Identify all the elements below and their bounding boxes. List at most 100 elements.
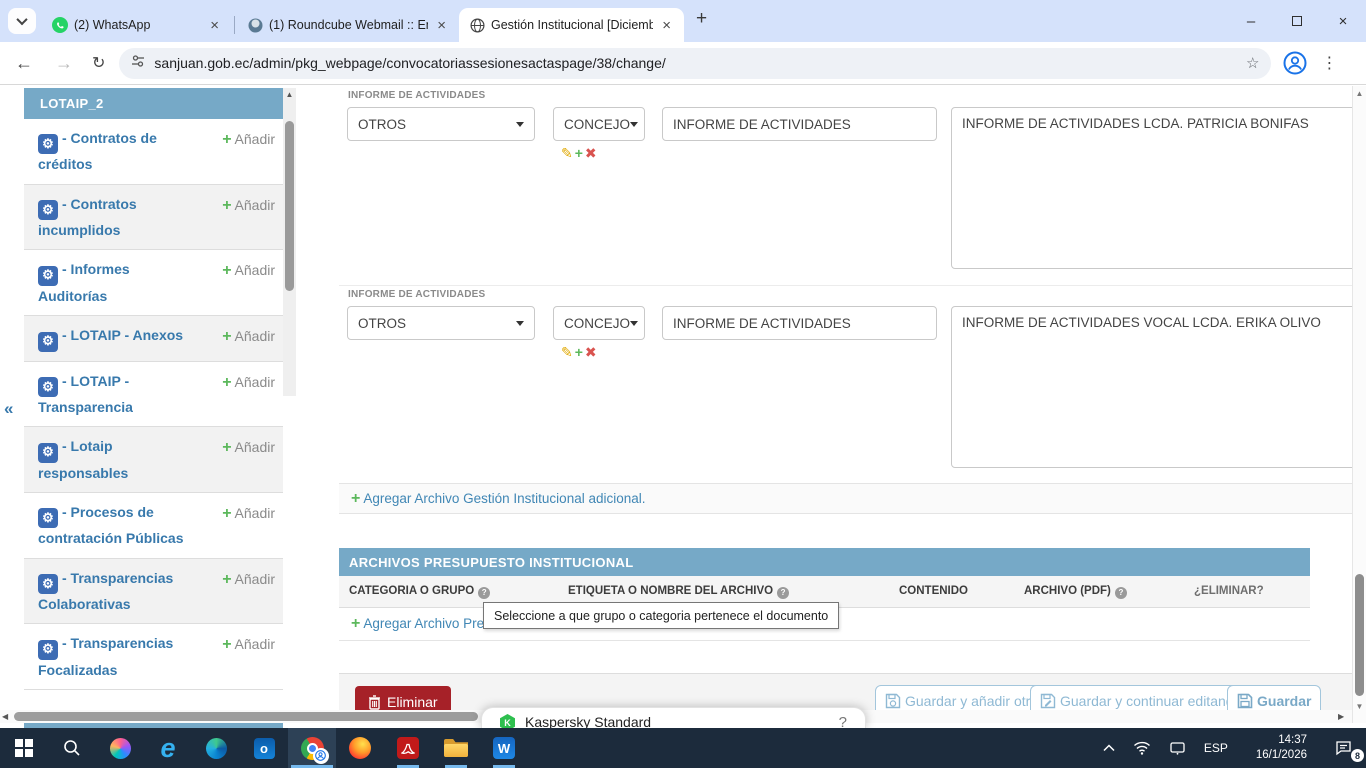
scrollbar-thumb[interactable] xyxy=(285,121,294,291)
tab-roundcube[interactable]: (1) Roundcube Webmail :: Entra × xyxy=(237,8,459,42)
close-window-button[interactable]: × xyxy=(1320,13,1366,30)
close-icon[interactable]: × xyxy=(207,17,222,34)
category-select[interactable]: OTROS xyxy=(347,306,535,340)
scrollbar-thumb[interactable] xyxy=(14,712,478,721)
add-button[interactable]: +Añadir xyxy=(222,568,275,589)
plus-icon: + xyxy=(222,131,231,148)
sidebar-collapse-button[interactable]: « xyxy=(4,399,13,419)
firefox-button[interactable] xyxy=(336,728,384,768)
add-gestion-file-link[interactable]: +Agregar Archivo Gestión Institucional a… xyxy=(351,490,646,508)
acrobat-button[interactable] xyxy=(384,728,432,768)
outlook-button[interactable]: o xyxy=(240,728,288,768)
kaspersky-notification[interactable]: K Kaspersky Standard ? xyxy=(481,707,866,728)
language-indicator[interactable]: ESP xyxy=(1195,728,1237,768)
help-icon[interactable]: ? xyxy=(839,714,847,728)
informe-row-2: INFORME DE ACTIVIDADES OTROS CONCEJO INF… xyxy=(339,289,1352,484)
minimize-button[interactable]: – xyxy=(1228,13,1274,30)
profile-avatar[interactable] xyxy=(1283,51,1307,75)
device-button[interactable] xyxy=(1160,728,1195,768)
name-input[interactable]: INFORME DE ACTIVIDADES xyxy=(662,107,937,141)
add-button[interactable]: +Añadir xyxy=(222,371,275,392)
sidebar-item-transparencias-focalizadas[interactable]: ⚙- Transparencias Focalizadas +Añadir xyxy=(24,624,283,690)
sidebar-item-label: - LOTAIP - Anexos xyxy=(62,327,183,343)
group-select[interactable]: CONCEJO xyxy=(553,306,645,340)
add-presupuesto-file-link[interactable]: +Agregar Archivo Presu xyxy=(351,615,498,633)
scroll-right-icon[interactable]: ▶ xyxy=(1338,712,1344,721)
close-icon[interactable]: × xyxy=(434,17,449,34)
tab-gestion-institucional[interactable]: Gestión Institucional [Diciembre × xyxy=(459,8,684,42)
search-button[interactable] xyxy=(48,728,96,768)
add-button[interactable]: +Añadir xyxy=(222,633,275,654)
reload-button[interactable]: ↻ xyxy=(92,53,105,73)
delete-icon[interactable]: ✖ xyxy=(585,145,599,161)
add-icon[interactable]: + xyxy=(575,145,585,161)
add-button[interactable]: +Añadir xyxy=(222,502,275,523)
scroll-left-icon[interactable]: ◀ xyxy=(2,712,8,721)
sidebar-section-title: LOTAIP_2 xyxy=(24,88,283,119)
wifi-button[interactable] xyxy=(1124,728,1160,768)
vertical-scrollbar[interactable]: ▲ ▼ xyxy=(1352,86,1366,723)
help-icon[interactable]: ? xyxy=(478,587,490,599)
sidebar-item-lotaip-anexos[interactable]: ⚙- LOTAIP - Anexos +Añadir xyxy=(24,316,283,361)
gear-icon: ⚙ xyxy=(38,134,58,154)
url-text[interactable]: sanjuan.gob.ec/admin/pkg_webpage/convoca… xyxy=(154,55,1246,71)
category-select[interactable]: OTROS xyxy=(347,107,535,141)
scroll-up-icon[interactable]: ▲ xyxy=(283,90,296,99)
sidebar-item-contratos-creditos[interactable]: ⚙- Contratos de créditos +Añadir xyxy=(24,119,283,185)
add-button[interactable]: +Añadir xyxy=(222,259,275,280)
chrome-button[interactable] xyxy=(288,728,336,768)
add-button[interactable]: +Añadir xyxy=(222,325,275,346)
sidebar-item-lotaip-responsables[interactable]: ⚙- Lotaip responsables +Añadir xyxy=(24,427,283,493)
help-icon[interactable]: ? xyxy=(1115,587,1127,599)
add-button[interactable]: +Añadir xyxy=(222,128,275,149)
word-button[interactable]: W xyxy=(480,728,528,768)
address-bar[interactable]: sanjuan.gob.ec/admin/pkg_webpage/convoca… xyxy=(119,48,1271,79)
content-textarea[interactable]: INFORME DE ACTIVIDADES VOCAL LCDA. ERIKA… xyxy=(951,306,1363,468)
screen: (2) WhatsApp × (1) Roundcube Webmail :: … xyxy=(0,0,1366,768)
tray-expand-button[interactable] xyxy=(1094,728,1124,768)
site-settings-icon[interactable] xyxy=(131,54,145,73)
file-explorer-button[interactable] xyxy=(432,728,480,768)
internet-explorer-button[interactable]: e xyxy=(144,728,192,768)
sidebar-item-contratos-incumplidos[interactable]: ⚙- Contratos incumplidos +Añadir xyxy=(24,185,283,251)
edge-button[interactable] xyxy=(192,728,240,768)
tab-search-button[interactable] xyxy=(8,8,36,34)
back-button[interactable]: ← xyxy=(15,53,33,74)
start-button[interactable] xyxy=(0,728,48,768)
new-tab-button[interactable]: + xyxy=(696,8,707,30)
bookmark-star-icon[interactable]: ☆ xyxy=(1246,54,1259,72)
internet-explorer-icon: e xyxy=(160,738,175,758)
chevron-down-icon xyxy=(516,321,524,326)
scroll-down-icon[interactable]: ▼ xyxy=(1353,702,1366,711)
scroll-up-icon[interactable]: ▲ xyxy=(1353,89,1366,98)
outlook-icon: o xyxy=(254,738,275,759)
clock[interactable]: 14:3716/1/2026 xyxy=(1237,728,1326,768)
sidebar-scrollbar[interactable]: ▲ xyxy=(283,88,296,396)
sidebar-item-procesos-contratacion[interactable]: ⚙- Procesos de contratación Públicas +Añ… xyxy=(24,493,283,559)
copilot-button[interactable] xyxy=(96,728,144,768)
name-input[interactable]: INFORME DE ACTIVIDADES xyxy=(662,306,937,340)
copilot-icon xyxy=(110,738,131,759)
add-button[interactable]: +Añadir xyxy=(222,194,275,215)
forward-button[interactable]: → xyxy=(55,53,73,74)
sidebar-item-informes-auditorias[interactable]: ⚙- Informes Auditorías +Añadir xyxy=(24,250,283,316)
browser-menu-icon[interactable]: ⋮ xyxy=(1321,53,1337,73)
delete-icon[interactable]: ✖ xyxy=(585,344,599,360)
edit-icon[interactable]: ✎ xyxy=(561,145,575,161)
group-select[interactable]: CONCEJO xyxy=(553,107,645,141)
add-icon[interactable]: + xyxy=(575,344,585,360)
maximize-button[interactable] xyxy=(1274,13,1320,30)
sidebar-item-transparencias-colaborativas[interactable]: ⚙- Transparencias Colaborativas +Añadir xyxy=(24,559,283,625)
tab-whatsapp[interactable]: (2) WhatsApp × xyxy=(42,8,232,42)
save-icon xyxy=(885,693,901,709)
field-label: INFORME DE ACTIVIDADES xyxy=(348,90,485,101)
sidebar-item-lotaip-transparencia[interactable]: ⚙- LOTAIP - Transparencia +Añadir xyxy=(24,362,283,428)
notification-center-button[interactable]: 8 xyxy=(1326,728,1366,768)
scrollbar-thumb[interactable] xyxy=(1355,574,1364,696)
close-icon[interactable]: × xyxy=(659,17,674,34)
plus-icon: + xyxy=(351,490,360,507)
content-textarea[interactable]: INFORME DE ACTIVIDADES LCDA. PATRICIA BO… xyxy=(951,107,1363,269)
add-button[interactable]: +Añadir xyxy=(222,436,275,457)
help-icon[interactable]: ? xyxy=(777,587,789,599)
edit-icon[interactable]: ✎ xyxy=(561,344,575,360)
